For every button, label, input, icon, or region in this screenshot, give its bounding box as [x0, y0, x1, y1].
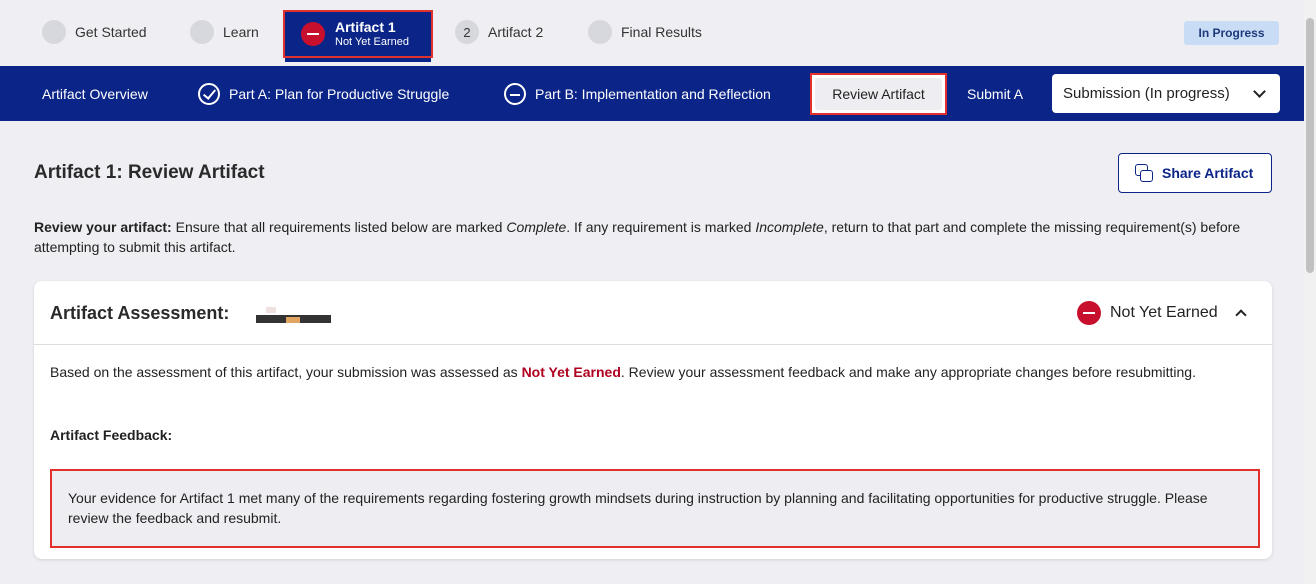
- review-artifact-button[interactable]: Review Artifact: [810, 73, 947, 115]
- share-icon: [1135, 164, 1153, 182]
- scrollbar[interactable]: [1304, 0, 1316, 584]
- chevron-up-icon[interactable]: [1235, 309, 1247, 321]
- scrollbar-thumb[interactable]: [1306, 18, 1314, 273]
- review-instructions: Review your artifact: Ensure that all re…: [34, 217, 1279, 257]
- redacted-name: [256, 307, 331, 323]
- assessment-status: Not Yet Earned: [1077, 301, 1218, 325]
- feedback-label: Artifact Feedback:: [50, 427, 173, 443]
- step-circle-icon: [42, 20, 66, 44]
- progress-stepper: Get Started Learn Artifact 1 Not Yet Ear…: [0, 0, 1304, 66]
- feedback-text: Your evidence for Artifact 1 met many of…: [50, 469, 1260, 548]
- summary-text: . Review your assessment feedback and ma…: [620, 364, 1196, 380]
- nav-label: Submit A: [967, 85, 1024, 102]
- assessment-card-header[interactable]: Artifact Assessment: Not Yet Earned: [34, 281, 1272, 345]
- assessment-status-label: Not Yet Earned: [1110, 304, 1218, 321]
- nav-label: Artifact Overview: [42, 85, 148, 102]
- artifact-nav: Artifact Overview Part A: Plan for Produ…: [0, 66, 1304, 121]
- assessment-card: Artifact Assessment: Not Yet Earned Base…: [34, 281, 1272, 559]
- complete-word: Complete: [506, 219, 567, 235]
- not-earned-icon: [301, 22, 325, 46]
- step-artifact-2[interactable]: 2 Artifact 2: [455, 20, 543, 44]
- instructions-lead: Review your artifact:: [34, 219, 172, 235]
- incomplete-word: Incomplete: [755, 219, 824, 235]
- step-learn[interactable]: Learn: [190, 20, 259, 44]
- nav-label: Part A: Plan for Productive Struggle: [229, 85, 450, 102]
- step-circle-icon: [588, 20, 612, 44]
- step-label: Learn: [223, 24, 259, 40]
- step-final-results[interactable]: Final Results: [588, 20, 702, 44]
- not-earned-icon: [1077, 301, 1101, 325]
- step-sublabel: Not Yet Earned: [335, 36, 410, 48]
- chevron-down-icon: [1253, 85, 1266, 98]
- nav-part-a[interactable]: Part A: Plan for Productive Struggle: [198, 66, 449, 121]
- submission-select[interactable]: Submission (In progress): [1052, 74, 1280, 113]
- step-artifact-1[interactable]: Artifact 1 Not Yet Earned: [283, 10, 433, 62]
- check-circle-icon: [198, 82, 220, 105]
- nav-label: Part B: Implementation and Reflection: [535, 85, 771, 102]
- step-get-started[interactable]: Get Started: [42, 20, 147, 44]
- page-title: Artifact 1: Review Artifact: [34, 162, 265, 183]
- nav-submit[interactable]: Submit A: [967, 66, 1023, 121]
- assessment-summary: Based on the assessment of this artifact…: [50, 362, 1240, 382]
- nav-artifact-overview[interactable]: Artifact Overview: [42, 66, 148, 121]
- instructions-text: . If any requirement is marked: [566, 219, 756, 235]
- summary-status: Not Yet Earned: [521, 364, 621, 380]
- instructions-text: Ensure that all requirements listed belo…: [171, 219, 507, 235]
- submission-select-value: Submission (In progress): [1063, 85, 1230, 102]
- summary-text: Based on the assessment of this artifact…: [50, 364, 522, 380]
- share-artifact-button[interactable]: Share Artifact: [1118, 153, 1272, 193]
- step-label: Final Results: [621, 24, 702, 40]
- step-label: Artifact 2: [488, 24, 544, 40]
- step-label: Artifact 1: [335, 19, 396, 35]
- minus-circle-icon: [504, 82, 526, 105]
- nav-part-b[interactable]: Part B: Implementation and Reflection: [504, 66, 771, 121]
- step-circle-icon: [190, 20, 214, 44]
- review-artifact-label: Review Artifact: [815, 78, 942, 110]
- step-label: Get Started: [75, 24, 147, 40]
- assessment-title: Artifact Assessment:: [50, 303, 230, 323]
- share-label: Share Artifact: [1162, 165, 1254, 181]
- status-badge: In Progress: [1184, 21, 1279, 45]
- step-number: 2: [455, 20, 479, 44]
